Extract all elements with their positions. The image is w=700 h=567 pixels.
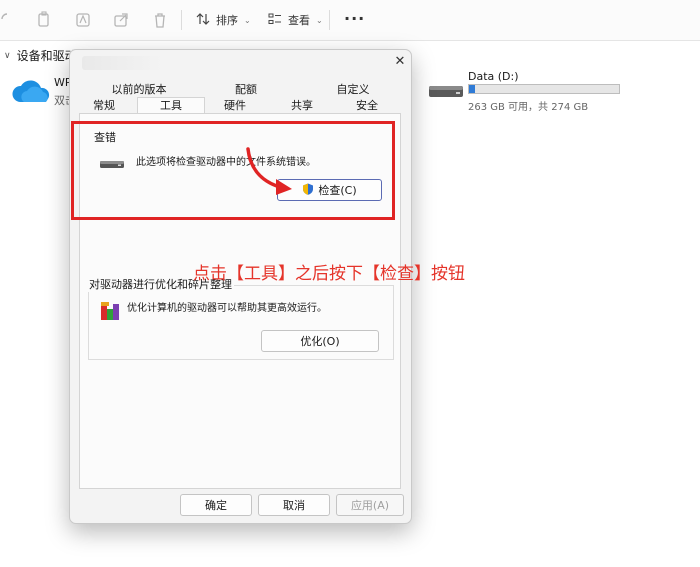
optimize-group: 对驱动器进行优化和碎片整理 优化计算机的驱动器可以帮助其更高效运行。 优化(O) xyxy=(87,276,394,360)
toolbar-divider xyxy=(329,10,330,30)
sort-label: 排序 xyxy=(216,14,238,27)
copy-icon[interactable] xyxy=(35,11,53,29)
close-button[interactable]: ✕ xyxy=(392,54,408,70)
drive-usage-bar xyxy=(468,84,620,94)
view-label: 查看 xyxy=(288,14,310,27)
tab-previous-versions[interactable]: 以前的版本 xyxy=(99,82,179,98)
tab-general[interactable]: 常规 xyxy=(79,98,129,114)
new-icon[interactable] xyxy=(0,11,18,29)
red-arrow-icon xyxy=(246,147,292,195)
tab-quota[interactable]: 配额 xyxy=(211,82,281,98)
more-options-button[interactable]: ··· xyxy=(344,9,365,28)
cloud-drive-icon[interactable] xyxy=(10,74,52,108)
rename-icon[interactable] xyxy=(74,11,92,29)
share-icon[interactable] xyxy=(112,11,130,29)
tab-sharing[interactable]: 共享 xyxy=(277,98,327,114)
tab-hardware[interactable]: 硬件 xyxy=(210,98,260,114)
sort-icon xyxy=(196,12,210,29)
view-button[interactable]: 查看 ⌄ xyxy=(268,10,323,30)
explorer-toolbar: 排序 ⌄ 查看 ⌄ ··· xyxy=(0,0,700,41)
drive-usage-fill xyxy=(469,85,475,93)
optimize-button[interactable]: 优化(O) xyxy=(261,330,379,352)
delete-icon[interactable] xyxy=(151,11,169,29)
tab-security[interactable]: 安全 xyxy=(342,98,392,114)
optimize-button-label: 优化(O) xyxy=(300,335,340,348)
toolbar-divider xyxy=(181,10,182,30)
ok-button[interactable]: 确定 xyxy=(180,494,252,516)
view-icon xyxy=(268,12,282,29)
drive-space-info: 263 GB 可用，共 274 GB xyxy=(468,102,589,113)
chevron-down-icon: ∨ xyxy=(4,50,11,61)
dialog-title xyxy=(82,56,162,70)
highlight-box xyxy=(71,121,395,220)
sort-button[interactable]: 排序 ⌄ xyxy=(196,10,251,30)
tab-customize[interactable]: 自定义 xyxy=(318,82,388,98)
optimize-description: 优化计算机的驱动器可以帮助其更高效运行。 xyxy=(127,303,327,314)
drive-title[interactable]: Data (D:) xyxy=(468,70,519,83)
defrag-icon xyxy=(99,300,121,322)
apply-button: 应用(A) xyxy=(336,494,404,516)
cancel-button[interactable]: 取消 xyxy=(258,494,330,516)
instruction-annotation: 点击【工具】之后按下【检查】按钮 xyxy=(193,264,465,284)
chevron-down-icon: ⌄ xyxy=(316,15,323,25)
chevron-down-icon: ⌄ xyxy=(244,15,251,25)
hard-drive-icon[interactable] xyxy=(428,83,464,99)
